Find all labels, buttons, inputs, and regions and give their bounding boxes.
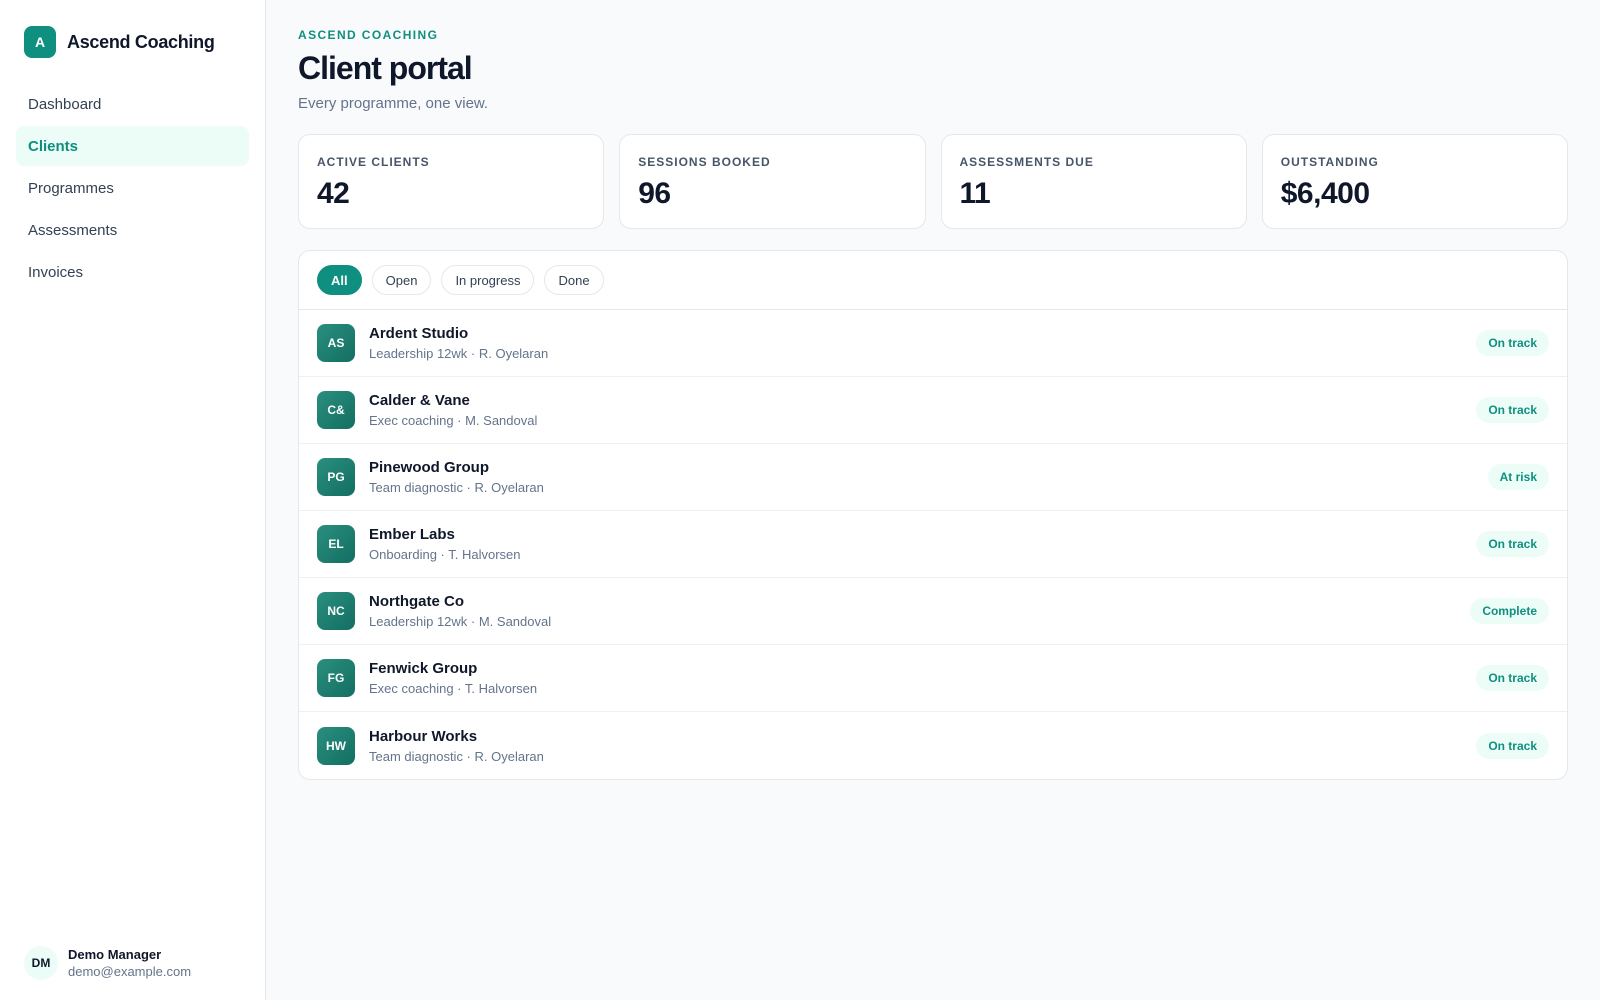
client-avatar: PG: [317, 458, 355, 496]
client-name: Ardent Studio: [369, 325, 469, 342]
stat-label: SESSIONS BOOKED: [638, 155, 771, 169]
client-row[interactable]: PG Pinewood Group Team diagnostic · R. O…: [299, 444, 1567, 511]
filter-bar: All Open In progress Done: [299, 251, 1567, 310]
client-info: Ardent Studio Leadership 12wk · R. Oyela…: [369, 325, 1476, 361]
user-info: Demo Manager demo@example.com: [68, 947, 191, 979]
stat-value: 11: [959, 177, 991, 210]
client-info: Fenwick Group Exec coaching · T. Halvors…: [369, 660, 1476, 696]
sidebar-item-dashboard[interactable]: Dashboard: [16, 84, 249, 124]
page-eyebrow: ASCEND COACHING: [298, 28, 439, 42]
client-row[interactable]: NC Northgate Co Leadership 12wk · M. San…: [299, 578, 1567, 645]
client-list: AS Ardent Studio Leadership 12wk · R. Oy…: [299, 310, 1567, 779]
filter-chip-open[interactable]: Open: [371, 265, 432, 295]
status-badge: On track: [1476, 397, 1549, 423]
client-meta: Leadership 12wk · R. Oyelaran: [369, 346, 549, 361]
client-row[interactable]: C& Calder & Vane Exec coaching · M. Sand…: [299, 377, 1567, 444]
sidebar-item-assessments[interactable]: Assessments: [16, 210, 249, 250]
client-meta: Onboarding · T. Halvorsen: [369, 547, 521, 562]
client-avatar: NC: [317, 592, 355, 630]
client-info: Northgate Co Leadership 12wk · M. Sandov…: [369, 593, 1470, 629]
stat-label: ACTIVE CLIENTS: [317, 155, 430, 169]
brand-logo: A: [24, 26, 56, 58]
user-name: Demo Manager: [68, 947, 162, 962]
filter-chip-all[interactable]: All: [317, 265, 362, 295]
status-badge: At risk: [1487, 464, 1549, 490]
client-avatar: FG: [317, 659, 355, 697]
stat-card-outstanding: OUTSTANDING $6,400: [1261, 134, 1568, 229]
stat-value: 42: [317, 177, 350, 210]
client-name: Pinewood Group: [369, 459, 489, 476]
page-subtitle: Every programme, one view.: [298, 95, 489, 112]
stat-label: ASSESSMENTS DUE: [959, 155, 1094, 169]
sidebar-item-clients[interactable]: Clients: [16, 126, 249, 166]
client-meta: Leadership 12wk · M. Sandoval: [369, 614, 552, 629]
page-title: Client portal: [298, 50, 473, 86]
sidebar: A Ascend Coaching Dashboard Clients Prog…: [0, 0, 266, 1000]
clients-panel: All Open In progress Done AS Ardent Stud…: [298, 250, 1568, 780]
user-email: demo@example.com: [68, 964, 192, 979]
client-info: Calder & Vane Exec coaching · M. Sandova…: [369, 392, 1476, 428]
client-avatar: C&: [317, 391, 355, 429]
main-content: ASCEND COACHING Client portal Every prog…: [266, 0, 1600, 1000]
client-name: Northgate Co: [369, 593, 464, 610]
sidebar-item-programmes[interactable]: Programmes: [16, 168, 249, 208]
client-name: Calder & Vane: [369, 392, 470, 409]
client-avatar: HW: [317, 726, 355, 765]
filter-chip-done[interactable]: Done: [544, 265, 604, 295]
client-info: Harbour Works Team diagnostic · R. Oyela…: [369, 728, 1476, 764]
brand-name: Ascend Coaching: [67, 31, 215, 52]
client-row[interactable]: HW Harbour Works Team diagnostic · R. Oy…: [299, 712, 1567, 779]
stat-value: 96: [638, 177, 671, 210]
stat-label: OUTSTANDING: [1280, 155, 1379, 169]
sidebar-nav: Dashboard Clients Programmes Assessments…: [16, 84, 249, 292]
user-card[interactable]: DM Demo Manager demo@example.com: [16, 946, 249, 980]
status-badge: Complete: [1470, 598, 1549, 624]
app-root: A Ascend Coaching Dashboard Clients Prog…: [0, 0, 1600, 1000]
status-badge: On track: [1476, 531, 1549, 557]
client-name: Harbour Works: [369, 727, 478, 745]
client-row[interactable]: FG Fenwick Group Exec coaching · T. Halv…: [299, 645, 1567, 712]
stat-card-assessments-due: ASSESSMENTS DUE 11: [940, 134, 1247, 229]
client-avatar: AS: [317, 324, 355, 362]
status-badge: On track: [1476, 665, 1549, 691]
client-meta: Exec coaching · T. Halvorsen: [369, 681, 538, 696]
status-badge: On track: [1476, 330, 1549, 356]
filter-chip-in-progress[interactable]: In progress: [441, 265, 535, 295]
client-meta: Exec coaching · M. Sandoval: [369, 413, 538, 428]
stat-card-active-clients: ACTIVE CLIENTS 42: [298, 134, 605, 229]
client-name: Ember Labs: [369, 526, 455, 543]
stat-value: $6,400: [1280, 177, 1370, 210]
sidebar-item-invoices[interactable]: Invoices: [16, 252, 249, 292]
client-avatar: EL: [317, 525, 355, 563]
client-row[interactable]: AS Ardent Studio Leadership 12wk · R. Oy…: [299, 310, 1567, 377]
client-meta: Team diagnostic · R. Oyelaran: [369, 748, 544, 764]
client-row[interactable]: EL Ember Labs Onboarding · T. Halvorsen …: [299, 511, 1567, 578]
user-avatar: DM: [24, 946, 58, 980]
stats-row: ACTIVE CLIENTS 42 SESSIONS BOOKED 96 ASS…: [298, 134, 1568, 229]
client-name: Fenwick Group: [369, 660, 478, 677]
client-meta: Team diagnostic · R. Oyelaran: [369, 480, 544, 495]
status-badge: On track: [1476, 732, 1549, 759]
brand[interactable]: A Ascend Coaching: [16, 26, 249, 58]
client-info: Pinewood Group Team diagnostic · R. Oyel…: [369, 459, 1488, 495]
stat-card-sessions-booked: SESSIONS BOOKED 96: [619, 134, 926, 229]
client-info: Ember Labs Onboarding · T. Halvorsen: [369, 526, 1476, 562]
